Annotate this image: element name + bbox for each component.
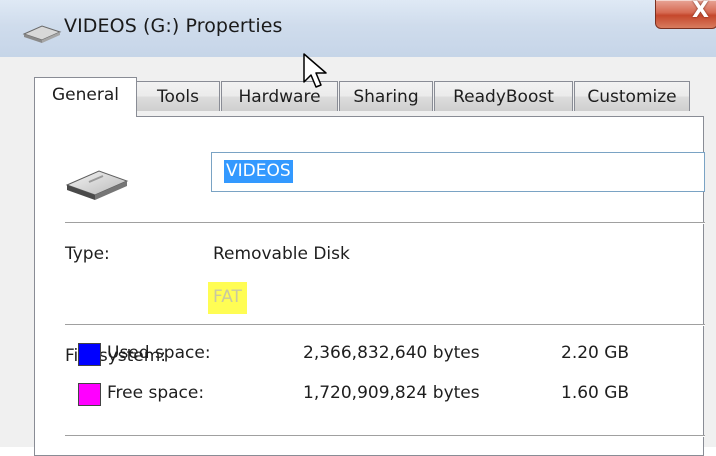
drive-name-selected-text: VIDEOS (224, 160, 293, 183)
divider (65, 324, 705, 326)
window-title: VIDEOS (G:) Properties (64, 15, 283, 37)
drive-name-input[interactable]: VIDEOS (211, 152, 705, 192)
tab-general[interactable]: General (34, 77, 137, 117)
removable-drive-icon (65, 170, 129, 200)
title-bar[interactable]: VIDEOS (G:) Properties X (0, 0, 716, 57)
free-space-color-swatch (78, 383, 101, 406)
used-space-color-swatch (78, 343, 101, 366)
divider (65, 435, 705, 437)
type-value: Removable Disk (213, 244, 350, 264)
used-space-size: 2.20 GB (561, 343, 630, 363)
close-button[interactable]: X (655, 0, 716, 29)
used-space-label: Used space: (107, 343, 211, 363)
free-space-label: Free space: (107, 383, 205, 403)
tab-customize[interactable]: Customize (574, 81, 690, 111)
removable-drive-icon (22, 25, 62, 43)
tab-readyboost[interactable]: ReadyBoost (434, 81, 573, 111)
mouse-pointer-icon (303, 53, 327, 88)
general-tab-panel: VIDEOS Type: Removable Disk File system:… (34, 116, 705, 456)
file-system-value: FAT (208, 282, 247, 314)
close-icon: X (692, 0, 709, 23)
tab-sharing[interactable]: Sharing (339, 81, 433, 111)
tab-tools[interactable]: Tools (136, 81, 220, 111)
free-space-size: 1.60 GB (561, 383, 630, 403)
type-label: Type: (65, 244, 110, 264)
divider (65, 222, 705, 224)
used-space-bytes: 2,366,832,640 bytes (303, 343, 480, 363)
properties-dialog: General Tools Hardware Sharing ReadyBoos… (0, 57, 716, 456)
free-space-bytes: 1,720,909,824 bytes (303, 383, 480, 403)
